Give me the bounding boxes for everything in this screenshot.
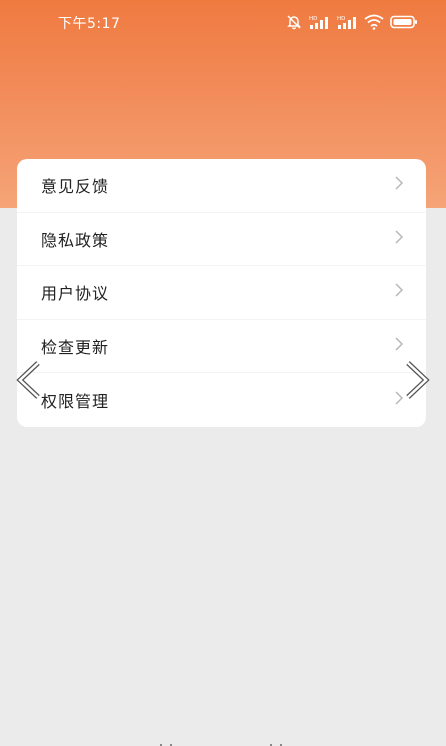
menu-item-check-update[interactable]: 检查更新 bbox=[17, 320, 426, 374]
menu-item-label: 检查更新 bbox=[41, 338, 110, 358]
tab-profile[interactable] bbox=[376, 740, 398, 746]
previous-arrow-button[interactable] bbox=[14, 360, 44, 400]
status-bar: 下午5:17 HD HD bbox=[0, 0, 446, 44]
menu-item-privacy-policy[interactable]: 隐私政策 bbox=[17, 213, 426, 267]
svg-text:HD: HD bbox=[337, 16, 345, 22]
status-time: 下午5:17 bbox=[58, 16, 121, 32]
menu-item-label: 用户协议 bbox=[41, 284, 110, 304]
battery-icon bbox=[390, 15, 418, 29]
chevron-right-icon bbox=[394, 175, 404, 195]
mute-bell-icon bbox=[286, 14, 302, 30]
chevron-right-icon bbox=[406, 361, 430, 399]
status-icons: HD HD bbox=[286, 12, 418, 32]
chevron-right-icon bbox=[394, 282, 404, 302]
chevron-right-icon bbox=[394, 229, 404, 249]
wifi-icon bbox=[364, 14, 384, 30]
hd-signal-icon: HD bbox=[308, 14, 330, 30]
menu-item-feedback[interactable]: 意见反馈 bbox=[17, 159, 426, 213]
bottom-tab-bar bbox=[0, 734, 446, 746]
menu-item-label: 权限管理 bbox=[41, 392, 110, 412]
menu-item-label: 隐私政策 bbox=[41, 230, 110, 250]
menu-item-permissions[interactable]: 权限管理 bbox=[17, 373, 426, 427]
tab-calendar-2[interactable] bbox=[265, 740, 287, 746]
svg-text:HD: HD bbox=[309, 16, 317, 22]
tab-calendar-1[interactable] bbox=[155, 740, 177, 746]
settings-menu-card: 意见反馈 隐私政策 用户协议 检查更新 权限管理 bbox=[17, 159, 426, 427]
chevron-left-icon bbox=[16, 361, 40, 399]
tab-scan[interactable] bbox=[44, 740, 66, 746]
next-arrow-button[interactable] bbox=[402, 360, 432, 400]
hd-signal-icon: HD bbox=[336, 14, 358, 30]
chevron-right-icon bbox=[394, 336, 404, 356]
menu-item-label: 意见反馈 bbox=[41, 177, 110, 197]
menu-item-user-agreement[interactable]: 用户协议 bbox=[17, 266, 426, 320]
